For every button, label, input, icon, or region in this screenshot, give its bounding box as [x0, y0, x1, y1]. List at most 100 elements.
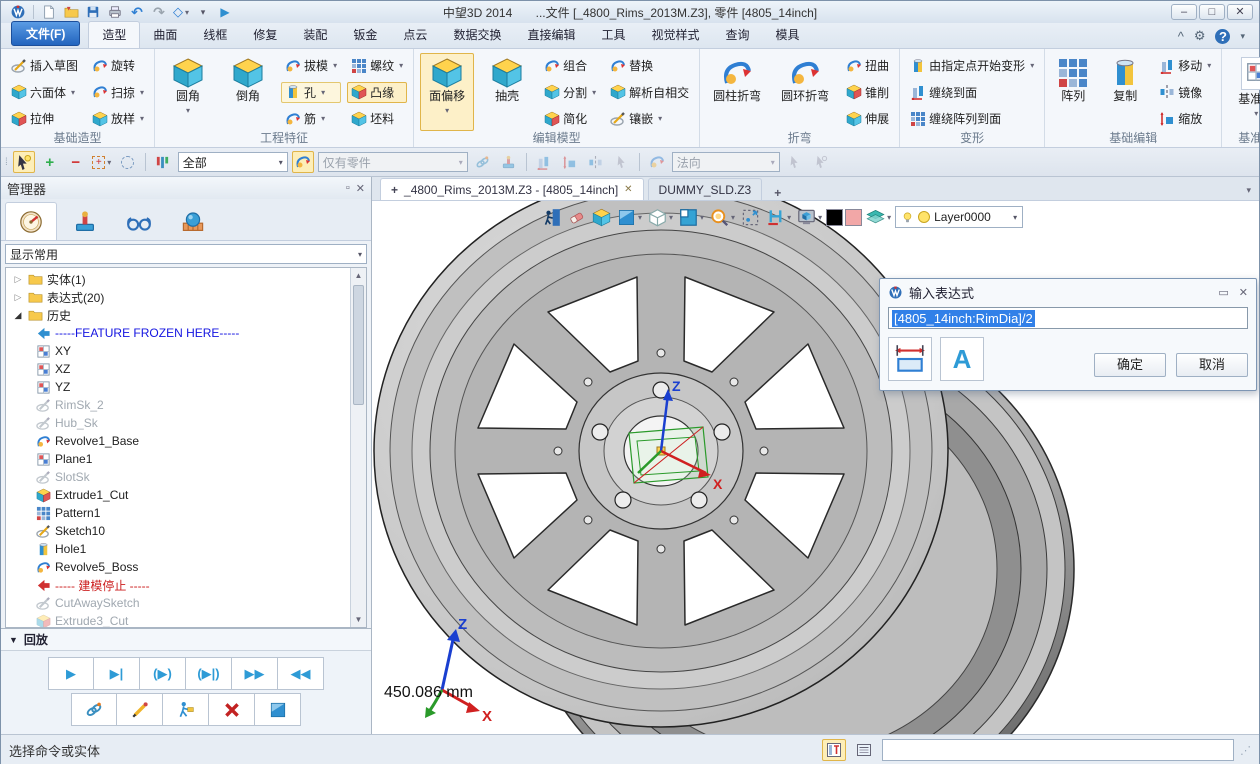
tab-visual-manager[interactable]: [113, 202, 165, 240]
exit-target-icon[interactable]: [540, 205, 563, 229]
tree-item-rimsk2[interactable]: RimSk_2: [6, 396, 350, 414]
tab-sheetmetal[interactable]: 钣金: [340, 22, 390, 48]
collapse-ribbon-icon[interactable]: ^: [1178, 29, 1184, 44]
go-to-feature-button[interactable]: [163, 693, 209, 726]
stretch-button[interactable]: 伸展: [842, 108, 893, 129]
fillet-button[interactable]: 圆角: [161, 53, 215, 131]
remove-selection-icon[interactable]: −: [65, 151, 87, 173]
replace-button[interactable]: 替换: [606, 55, 693, 76]
sweep-button[interactable]: 扫掠: [88, 82, 148, 103]
tree-item-slotsk[interactable]: SlotSk: [6, 468, 350, 486]
view-navigate-icon[interactable]: ◇: [171, 3, 191, 21]
filter-icon[interactable]: [152, 151, 174, 173]
copy-button[interactable]: 复制: [1101, 53, 1149, 131]
tree-item-history-folder[interactable]: ◢历史: [6, 306, 350, 324]
filter-scope-select[interactable]: 全部▾: [178, 152, 288, 172]
tab-data-exchange[interactable]: 数据交换: [440, 22, 514, 48]
resize-grip[interactable]: ⋰: [1240, 744, 1251, 757]
thread-button[interactable]: 螺纹: [347, 55, 407, 76]
twist-button[interactable]: 扭曲: [842, 55, 893, 76]
inlay-button[interactable]: 镶嵌: [606, 108, 693, 129]
lasso-select-icon[interactable]: [117, 151, 139, 173]
minimize-button[interactable]: –: [1171, 4, 1197, 20]
command-input[interactable]: [882, 739, 1234, 761]
window-select-icon[interactable]: +: [91, 151, 113, 173]
cylindrical-bend-button[interactable]: 圆柱折弯: [706, 53, 768, 131]
wrap-to-face-button[interactable]: 缠绕到面: [906, 82, 1038, 103]
pick-scope-icon[interactable]: [292, 151, 314, 173]
play-button[interactable]: ▶: [48, 657, 94, 690]
add-selection-icon[interactable]: +: [39, 151, 61, 173]
prompt-toggle-icon[interactable]: [822, 739, 846, 761]
stock-button[interactable]: 坯料: [347, 108, 407, 129]
help-icon[interactable]: ?: [1215, 29, 1230, 44]
expander-icon[interactable]: ◢: [12, 310, 24, 321]
shell-button[interactable]: 抽壳: [480, 53, 534, 131]
combine-button[interactable]: 组合: [540, 55, 600, 76]
tab-modeling[interactable]: 造型: [88, 21, 140, 48]
panel-minimize-icon[interactable]: ▫: [346, 182, 350, 195]
tab-direct-edit[interactable]: 直接编辑: [514, 22, 588, 48]
new-file-icon[interactable]: [39, 3, 59, 21]
scale-button[interactable]: 缩放: [1155, 108, 1215, 129]
tree-item-pattern1[interactable]: Pattern1: [6, 504, 350, 522]
run-icon[interactable]: ▶: [215, 3, 235, 21]
tab-wireframe[interactable]: 线框: [190, 22, 240, 48]
hole-button[interactable]: 孔: [281, 82, 341, 103]
tree-item-revolve1-base[interactable]: Revolve1_Base: [6, 432, 350, 450]
document-tab-dummy[interactable]: DUMMY_SLD.Z3: [648, 178, 763, 200]
tree-scrollbar[interactable]: ▲ ▼: [350, 268, 366, 627]
insert-sketch-button[interactable]: 插入草图: [7, 55, 82, 76]
tab-repair[interactable]: 修复: [240, 22, 290, 48]
tree-item-hole1[interactable]: Hole1: [6, 540, 350, 558]
tab-surface[interactable]: 曲面: [140, 22, 190, 48]
expression-input[interactable]: [4805_14inch:RimDia]/2: [888, 307, 1248, 329]
cancel-button[interactable]: 取消: [1176, 353, 1248, 377]
play-to-end-button[interactable]: ▶|: [94, 657, 140, 690]
tab-list-icon[interactable]: ▾: [1238, 185, 1259, 200]
close-tab-icon[interactable]: ✕: [624, 184, 632, 195]
panel-close-icon[interactable]: ✕: [356, 182, 365, 195]
move-button[interactable]: 移动: [1155, 55, 1215, 76]
layers-icon[interactable]: [864, 205, 893, 229]
simplify-button[interactable]: 简化: [540, 108, 600, 129]
dialog-comment-icon[interactable]: ▭: [1218, 286, 1228, 299]
mirror-button[interactable]: 镜像: [1155, 82, 1215, 103]
draft-button[interactable]: 拔模: [281, 55, 341, 76]
tree-item-hubsk[interactable]: Hub_Sk: [6, 414, 350, 432]
smart-pick-icon[interactable]: [13, 151, 35, 173]
ok-button[interactable]: 确定: [1094, 353, 1166, 377]
face-color-swatch[interactable]: [845, 209, 862, 226]
tab-assembly-manager[interactable]: [59, 202, 111, 240]
extrude-button[interactable]: 拉伸: [7, 108, 82, 129]
open-file-icon[interactable]: [61, 3, 81, 21]
flange-button[interactable]: 凸缘: [347, 82, 407, 103]
tree-item-extrude3-cut[interactable]: Extrude3_Cut: [6, 612, 350, 628]
rib-button[interactable]: 筋: [281, 108, 341, 129]
zoom-icon[interactable]: [708, 205, 737, 229]
dimension-picker-button[interactable]: [888, 337, 932, 381]
new-document-tab-icon[interactable]: +: [766, 186, 789, 200]
tree-filter-select[interactable]: 显示常用▾: [5, 244, 367, 264]
zoom-fit-icon[interactable]: [739, 205, 762, 229]
help-dropdown-icon[interactable]: ▾: [1240, 31, 1245, 42]
loft-button[interactable]: 放样: [88, 108, 148, 129]
revolve-button[interactable]: 旋转: [88, 55, 148, 76]
expander-icon[interactable]: ▷: [12, 274, 24, 285]
view-orientation-icon[interactable]: [677, 205, 706, 229]
wrap-pattern-to-face-button[interactable]: 缠绕阵列到面: [906, 108, 1038, 129]
fast-forward-button[interactable]: ▶▶: [232, 657, 278, 690]
tree-item-plane1[interactable]: Plane1: [6, 450, 350, 468]
tab-pin-icon[interactable]: +: [391, 183, 398, 197]
wireframe-display-icon[interactable]: [646, 205, 675, 229]
tree-item-yz-plane[interactable]: YZ: [6, 378, 350, 396]
edge-color-swatch[interactable]: [826, 209, 843, 226]
divide-button[interactable]: 分割: [540, 82, 600, 103]
tab-history-manager[interactable]: [5, 202, 57, 240]
tab-pointcloud[interactable]: 点云: [390, 22, 440, 48]
file-menu-button[interactable]: 文件(F): [11, 21, 80, 46]
tree-item-feature-frozen-marker[interactable]: -----FEATURE FROZEN HERE-----: [6, 324, 350, 342]
tab-tools[interactable]: 工具: [588, 22, 638, 48]
datum-plane-button[interactable]: 基准面: [1228, 53, 1260, 131]
edit-feature-button[interactable]: [117, 693, 163, 726]
